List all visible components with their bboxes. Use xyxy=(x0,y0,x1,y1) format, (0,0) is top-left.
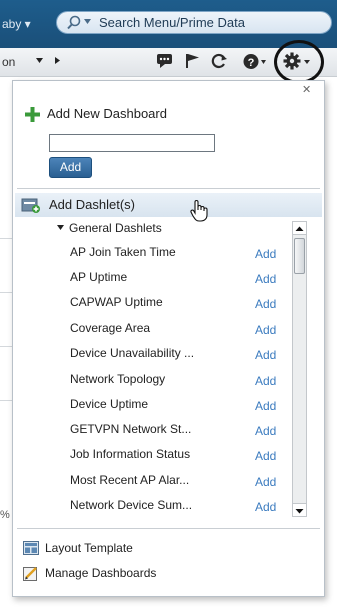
add-dashlet-link[interactable]: Add xyxy=(255,297,276,311)
add-dashlets-label: Add Dashlet(s) xyxy=(49,197,135,212)
dashlet-name: AP Uptime xyxy=(70,270,128,284)
dashlet-name: Coverage Area xyxy=(70,321,151,335)
dashlet-name: Job Information Status xyxy=(70,447,191,461)
highlight-circle xyxy=(274,40,324,84)
add-dashlet-link[interactable]: Add xyxy=(255,348,276,362)
layout-template-label: Layout Template xyxy=(45,541,133,555)
manage-dashboards-icon xyxy=(23,567,37,581)
dashlet-name: CAPWAP Uptime xyxy=(70,295,163,309)
dashboard-settings-menu: ✕ Add New Dashboard Add Add Dashlet(s) G… xyxy=(12,80,325,597)
divider xyxy=(17,188,320,189)
context-selector-fragment[interactable]: aby ▾ xyxy=(2,17,31,31)
background-divider xyxy=(0,400,12,401)
chevron-up-icon xyxy=(295,226,304,231)
top-header: aby ▾ xyxy=(0,0,337,48)
dashlet-name: AP Join Taken Time xyxy=(70,245,176,259)
search-icon xyxy=(67,15,81,30)
search-input[interactable] xyxy=(99,14,327,31)
dashlet-list-scrollbar[interactable] xyxy=(292,221,307,517)
chat-icon[interactable] xyxy=(156,53,173,69)
divider xyxy=(17,528,320,529)
add-dashlet-link[interactable]: Add xyxy=(255,449,276,463)
add-dashlet-link[interactable]: Add xyxy=(255,399,276,413)
help-icon[interactable]: ? xyxy=(243,53,267,70)
add-dashlet-link[interactable]: Add xyxy=(255,500,276,514)
hand-cursor-icon xyxy=(190,200,208,222)
chevron-down-icon xyxy=(295,509,304,514)
tree-group-label: General Dashlets xyxy=(69,221,162,235)
chevron-down-icon[interactable] xyxy=(36,58,43,63)
dashlet-name: Most Recent AP Alar... xyxy=(70,473,190,487)
dashlet-icon xyxy=(21,198,40,213)
nav-menu-fragment[interactable]: on xyxy=(2,55,15,69)
svg-text:?: ? xyxy=(248,57,255,69)
add-dashboard-button[interactable]: Add xyxy=(49,157,92,178)
add-new-dashboard-label: Add New Dashboard xyxy=(47,106,167,121)
dashlet-name: GETVPN Network St... xyxy=(70,422,192,436)
layout-template-icon xyxy=(23,541,39,555)
add-dashlet-link[interactable]: Add xyxy=(255,374,276,388)
add-dashlet-link[interactable]: Add xyxy=(255,424,276,438)
scroll-down-button[interactable] xyxy=(293,503,306,516)
add-dashlet-link[interactable]: Add xyxy=(255,247,276,261)
chevron-down-icon[interactable] xyxy=(84,19,91,24)
background-divider xyxy=(0,292,12,293)
expand-triangle-icon xyxy=(57,225,64,230)
flag-icon[interactable] xyxy=(185,53,201,69)
chevron-right-icon[interactable] xyxy=(55,57,60,64)
close-icon[interactable]: ✕ xyxy=(302,83,311,96)
background-divider xyxy=(0,346,12,347)
manage-dashboards-label: Manage Dashboards xyxy=(45,566,157,580)
add-dashlet-link[interactable]: Add xyxy=(255,323,276,337)
add-dashlet-link[interactable]: Add xyxy=(255,272,276,286)
dashboard-name-input[interactable] xyxy=(49,134,215,152)
add-dashlets-header[interactable]: Add Dashlet(s) xyxy=(15,193,322,217)
background-text-fragment: % xyxy=(0,509,10,521)
dashlet-name: Device Unavailability ... xyxy=(70,346,195,360)
add-dashlet-link[interactable]: Add xyxy=(255,475,276,489)
dashlet-name: Network Device Sum... xyxy=(70,498,193,512)
dashlet-name: Device Uptime xyxy=(70,397,149,411)
refresh-icon[interactable] xyxy=(211,53,228,69)
dashlet-name: Network Topology xyxy=(70,372,166,386)
scroll-thumb[interactable] xyxy=(294,238,305,274)
scroll-up-button[interactable] xyxy=(293,222,306,235)
search-box[interactable] xyxy=(56,11,332,34)
plus-icon xyxy=(25,107,40,122)
background-divider xyxy=(0,238,12,239)
